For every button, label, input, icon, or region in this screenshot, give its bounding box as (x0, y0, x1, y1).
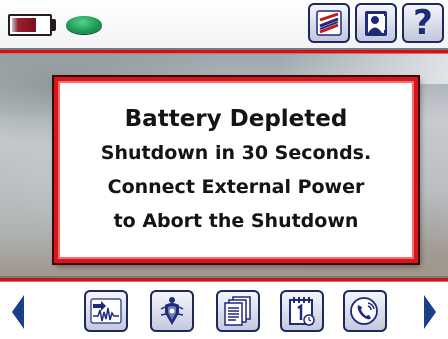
calendar-icon (289, 297, 315, 326)
battery-low-icon (8, 14, 52, 36)
alert-line-abort: to Abort the Shutdown (113, 210, 359, 232)
chart-button[interactable] (308, 3, 350, 43)
arrow-right-icon[interactable] (424, 295, 436, 329)
contact-button[interactable] (355, 3, 397, 43)
contact-card-icon (365, 11, 387, 36)
waveform-import-button[interactable] (84, 290, 128, 332)
battery-level (12, 18, 36, 32)
waveform-import-icon (90, 298, 122, 324)
documents-icon (224, 296, 251, 326)
help-icon: ? (413, 3, 433, 43)
status-bar: ? (0, 0, 448, 48)
phone-icon (350, 297, 378, 325)
alert-line-shutdown: Shutdown in 30 Seconds. (100, 142, 372, 164)
alert-title: Battery Depleted (124, 106, 348, 132)
battery-tip (52, 19, 56, 31)
arrow-left-icon[interactable] (12, 295, 24, 329)
device-screen: ? Battery Depleted Shutdown in 30 Second… (0, 0, 448, 339)
alert-line-connect: Connect External Power (107, 176, 365, 198)
calendar-button[interactable] (280, 290, 324, 332)
battery-alert-dialog: Battery Depleted Shutdown in 30 Seconds.… (54, 77, 418, 263)
phone-button[interactable] (343, 290, 387, 332)
bottom-toolbar (0, 282, 448, 339)
help-button[interactable]: ? (402, 3, 444, 43)
status-led-icon (66, 16, 102, 34)
documents-button[interactable] (216, 290, 260, 332)
emblem-icon (160, 297, 184, 325)
emblem-button[interactable] (150, 290, 194, 332)
chart-icon (316, 10, 342, 36)
